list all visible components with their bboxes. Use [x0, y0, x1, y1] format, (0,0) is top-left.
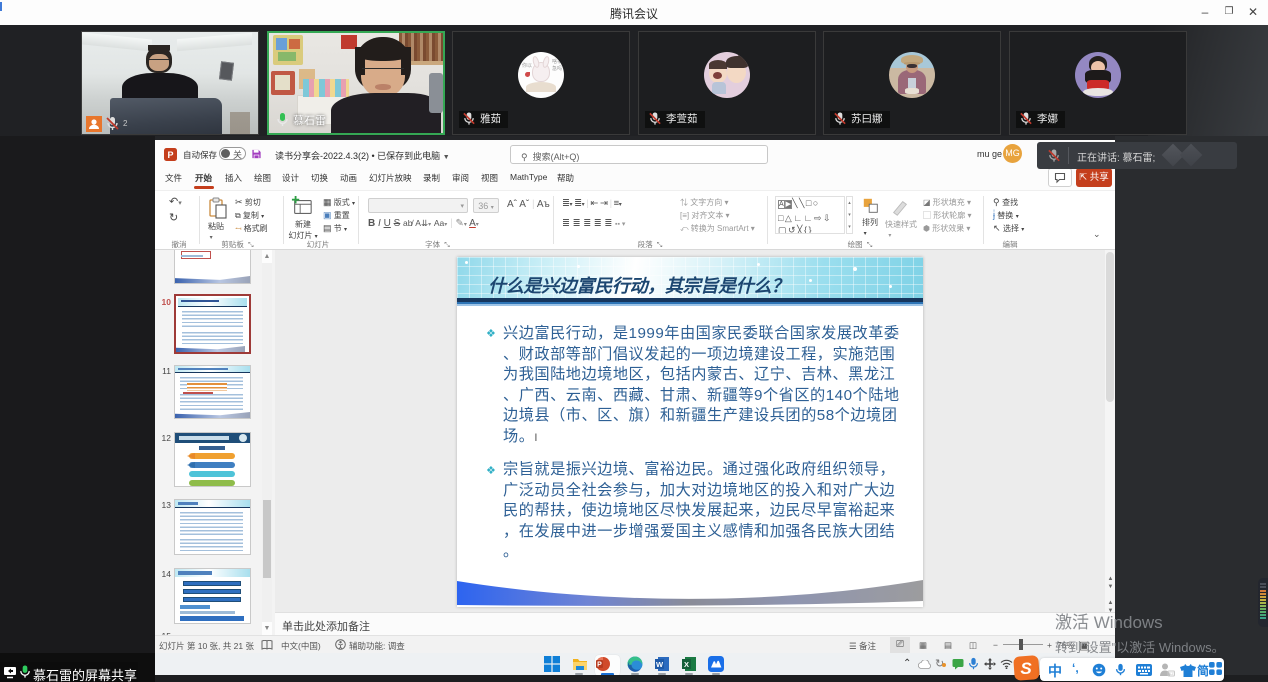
- svg-text:X: X: [684, 660, 689, 669]
- svg-text:W: W: [656, 660, 664, 669]
- svg-text:S: S: [1020, 659, 1032, 678]
- svg-text:12: 12: [1169, 671, 1175, 676]
- svg-text:P: P: [597, 662, 602, 669]
- svg-text:P: P: [167, 150, 173, 160]
